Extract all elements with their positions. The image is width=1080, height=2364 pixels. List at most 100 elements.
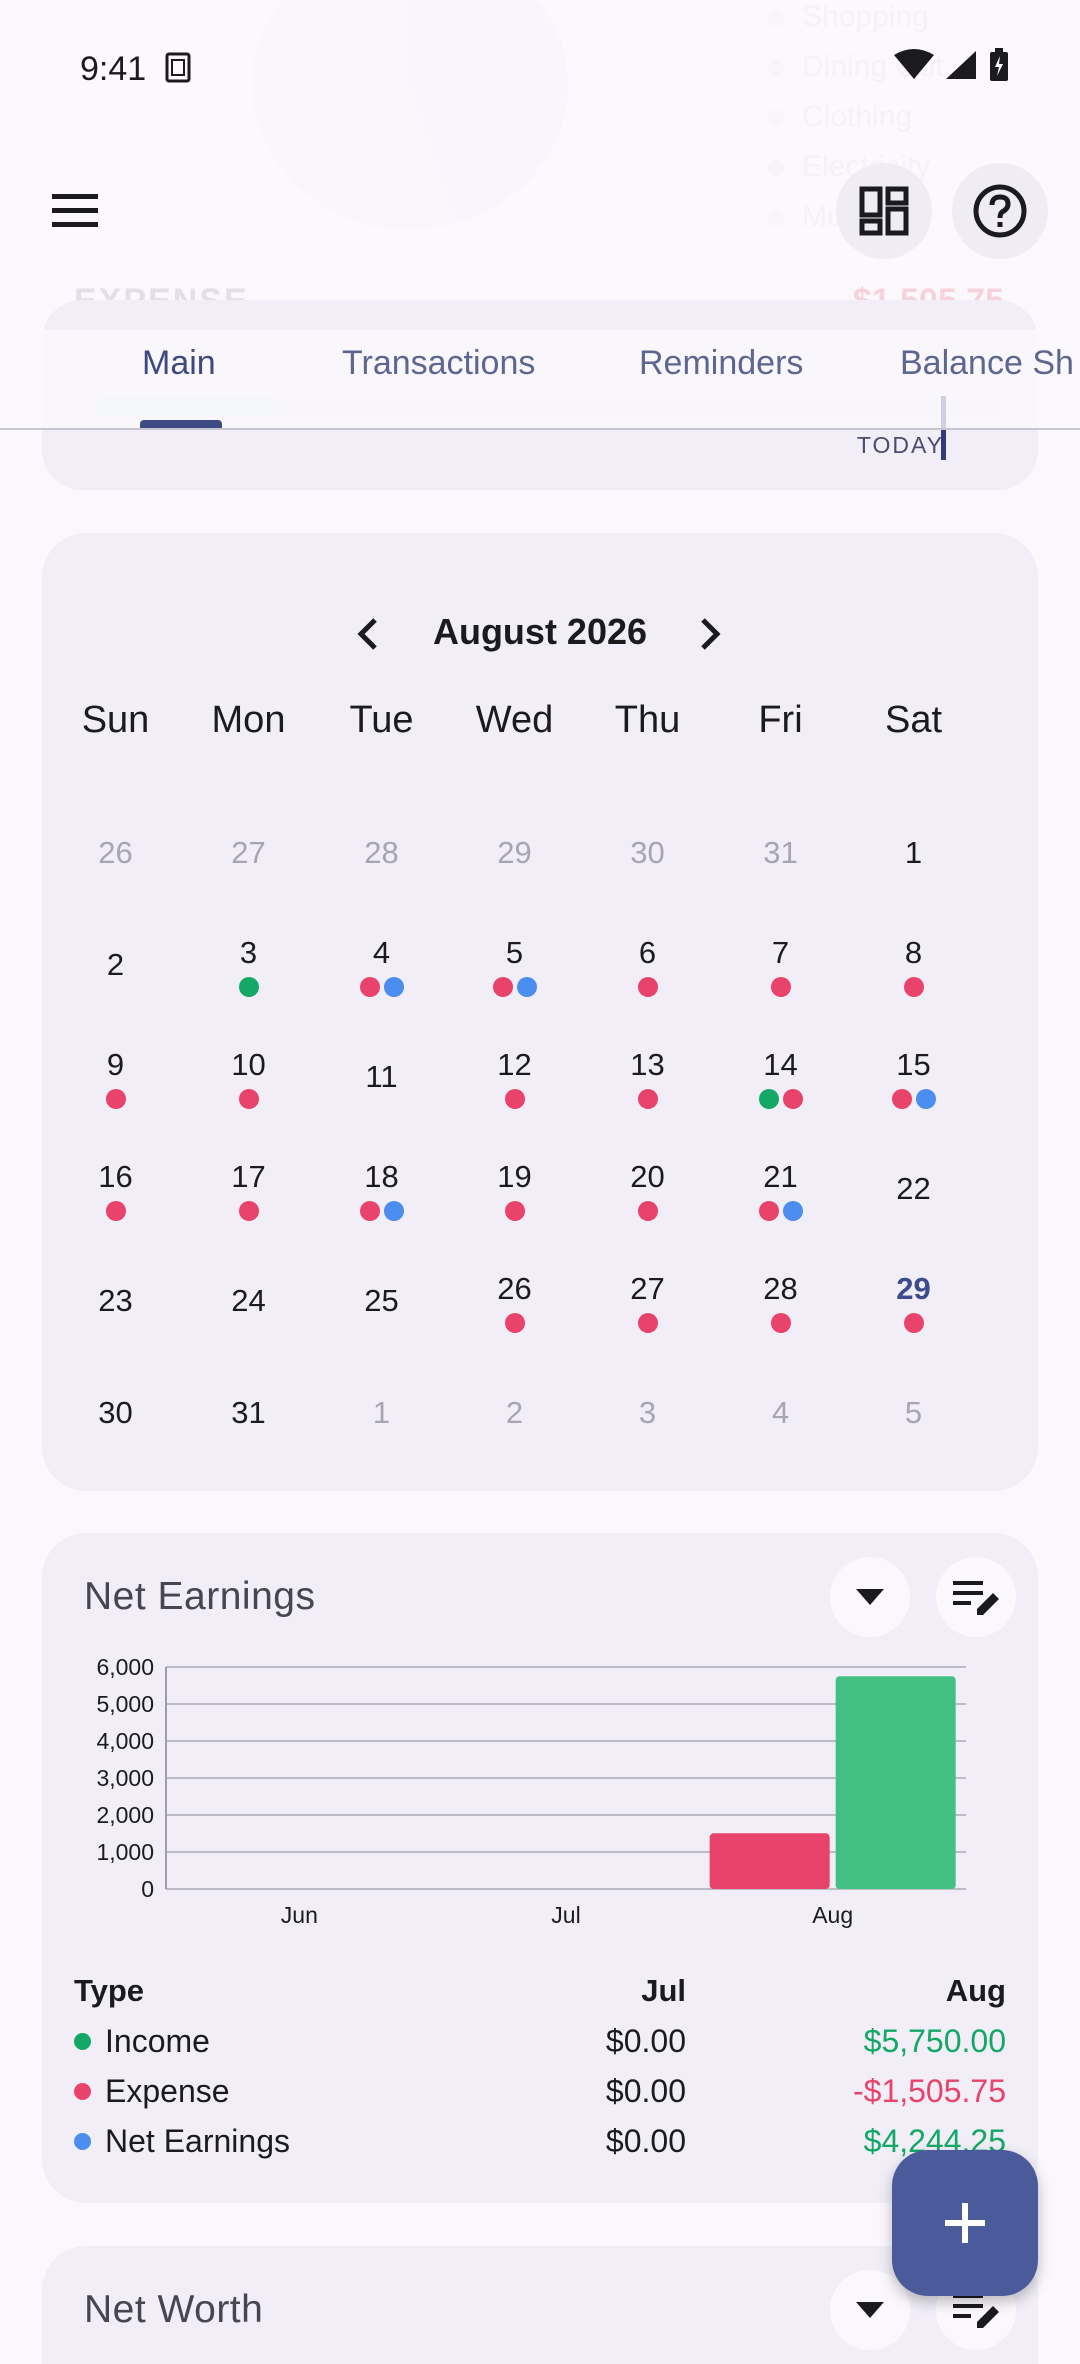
net-legend-dot <box>74 2133 91 2150</box>
expense-bar <box>709 1833 830 1889</box>
calendar-day[interactable]: 2 <box>49 947 182 1047</box>
calendar-day[interactable]: 4 <box>315 935 448 1035</box>
header-jul: Jul <box>641 1973 686 2008</box>
calendar-day-today[interactable]: 29 <box>847 1271 980 1371</box>
weekday-label: Thu <box>614 699 681 741</box>
add-transaction-fab[interactable] <box>892 2150 1038 2296</box>
table-row-expense: Expense $0.00 -$1,505.75 <box>74 2073 1006 2123</box>
calendar-day[interactable]: 31 <box>714 835 847 935</box>
net-worth-dropdown-button[interactable] <box>830 2270 910 2350</box>
calendar-day[interactable]: 15 <box>847 1047 980 1147</box>
weekday-label: Mon <box>211 699 286 741</box>
wifi-icon <box>894 49 934 79</box>
calendar-day[interactable]: 2 <box>448 1395 581 1495</box>
net-earnings-dropdown-button[interactable] <box>830 1557 910 1637</box>
y-tick-label: 6,000 <box>96 1654 154 1680</box>
calendar-day[interactable]: 27 <box>581 1271 714 1371</box>
calendar-day[interactable]: 31 <box>182 1395 315 1495</box>
calendar-day[interactable]: 7 <box>714 935 847 1035</box>
calendar-day[interactable]: 16 <box>49 1159 182 1259</box>
expense-dot <box>637 1201 658 1221</box>
calendar-day[interactable]: 10 <box>182 1047 315 1147</box>
row-type-cell: Net Earnings <box>74 2123 290 2160</box>
calendar-day[interactable]: 3 <box>182 935 315 1035</box>
day-number: 12 <box>497 1047 532 1082</box>
calendar-day[interactable]: 17 <box>182 1159 315 1259</box>
calendar-day[interactable]: 14 <box>714 1047 847 1147</box>
calendar-day[interactable]: 3 <box>581 1395 714 1495</box>
tab-transactions[interactable]: Transactions <box>342 344 535 383</box>
weekday-label: Sat <box>884 699 943 741</box>
transaction-dots <box>448 1089 581 1109</box>
calendar-day[interactable]: 28 <box>315 835 448 935</box>
tab-balance-sheet[interactable]: Balance Sh <box>900 344 1074 383</box>
day-number: 28 <box>364 835 399 870</box>
calendar-day[interactable]: 11 <box>315 1059 448 1159</box>
row-aug-value: $5,750.00 <box>863 2023 1006 2059</box>
calendar-day[interactable]: 30 <box>49 1395 182 1495</box>
expense-legend-dot <box>74 2083 91 2100</box>
row-jul-value: $0.00 <box>605 2073 686 2109</box>
expense-dot <box>359 1201 380 1221</box>
calendar-day[interactable]: 25 <box>315 1283 448 1383</box>
calendar-day[interactable]: 29 <box>448 835 581 935</box>
help-icon <box>973 184 1027 238</box>
weekday-label: Tue <box>349 699 414 741</box>
calendar-day[interactable]: 1 <box>847 835 980 935</box>
calendar-day[interactable]: 4 <box>714 1395 847 1495</box>
day-number: 27 <box>231 835 266 870</box>
calendar-day[interactable]: 18 <box>315 1159 448 1259</box>
calendar-day[interactable]: 22 <box>847 1171 980 1271</box>
calendar-day[interactable]: 21 <box>714 1159 847 1259</box>
calendar-day[interactable]: 20 <box>581 1159 714 1259</box>
calendar-day[interactable]: 12 <box>448 1047 581 1147</box>
row-jul-value: $0.00 <box>605 2023 686 2059</box>
tab-main[interactable]: Main <box>142 344 216 383</box>
dropdown-arrow-icon <box>856 2302 884 2318</box>
calendar-day[interactable]: 28 <box>714 1271 847 1371</box>
calendar-day[interactable]: 5 <box>448 935 581 1035</box>
calendar-day[interactable]: 1 <box>315 1395 448 1495</box>
signal-icon <box>946 51 976 79</box>
calendar-day[interactable]: 26 <box>49 835 182 935</box>
day-number: 28 <box>763 1271 798 1306</box>
dashboard-button[interactable] <box>836 163 932 259</box>
day-number: 6 <box>638 935 657 970</box>
y-tick-label: 3,000 <box>96 1765 154 1791</box>
net-earnings-edit-button[interactable] <box>936 1557 1016 1637</box>
calendar-day[interactable]: 6 <box>581 935 714 1035</box>
calendar-day[interactable]: 9 <box>49 1047 182 1147</box>
tab-reminders[interactable]: Reminders <box>639 344 803 383</box>
expense-dot <box>504 1089 525 1109</box>
expense-dot <box>105 1089 126 1109</box>
transaction-dots <box>847 1313 980 1333</box>
day-number: 19 <box>497 1159 532 1194</box>
today-label: TODAY <box>856 432 944 458</box>
expense-dot <box>105 1201 126 1221</box>
weekday-header-row: Sun Mon Tue Wed Thu Fri Sat <box>42 699 1038 759</box>
day-number: 2 <box>106 947 125 982</box>
calendar-day[interactable]: 26 <box>448 1271 581 1371</box>
calendar-header: August 2026 <box>42 603 1038 663</box>
calendar-day[interactable]: 13 <box>581 1047 714 1147</box>
day-number: 17 <box>231 1159 266 1194</box>
row-type-label: Income <box>105 2023 210 2059</box>
help-button[interactable] <box>952 163 1048 259</box>
day-number: 9 <box>106 1047 125 1082</box>
y-tick-label: 0 <box>141 1876 154 1902</box>
dashboard-icon <box>859 186 909 236</box>
calendar-day[interactable]: 23 <box>49 1283 182 1383</box>
transaction-dots <box>847 1089 980 1109</box>
transaction-dots <box>714 1089 847 1109</box>
calendar-day[interactable]: 24 <box>182 1283 315 1383</box>
day-number: 30 <box>98 1395 133 1430</box>
menu-button[interactable] <box>30 165 120 255</box>
calendar-day[interactable]: 8 <box>847 935 980 1035</box>
day-number: 8 <box>904 935 923 970</box>
calendar-day[interactable]: 27 <box>182 835 315 935</box>
calendar-day[interactable]: 19 <box>448 1159 581 1259</box>
calendar-day[interactable]: 30 <box>581 835 714 935</box>
calendar-day[interactable]: 5 <box>847 1395 980 1495</box>
net-worth-title: Net Worth <box>84 2288 264 2331</box>
next-month-button[interactable] <box>686 609 736 659</box>
